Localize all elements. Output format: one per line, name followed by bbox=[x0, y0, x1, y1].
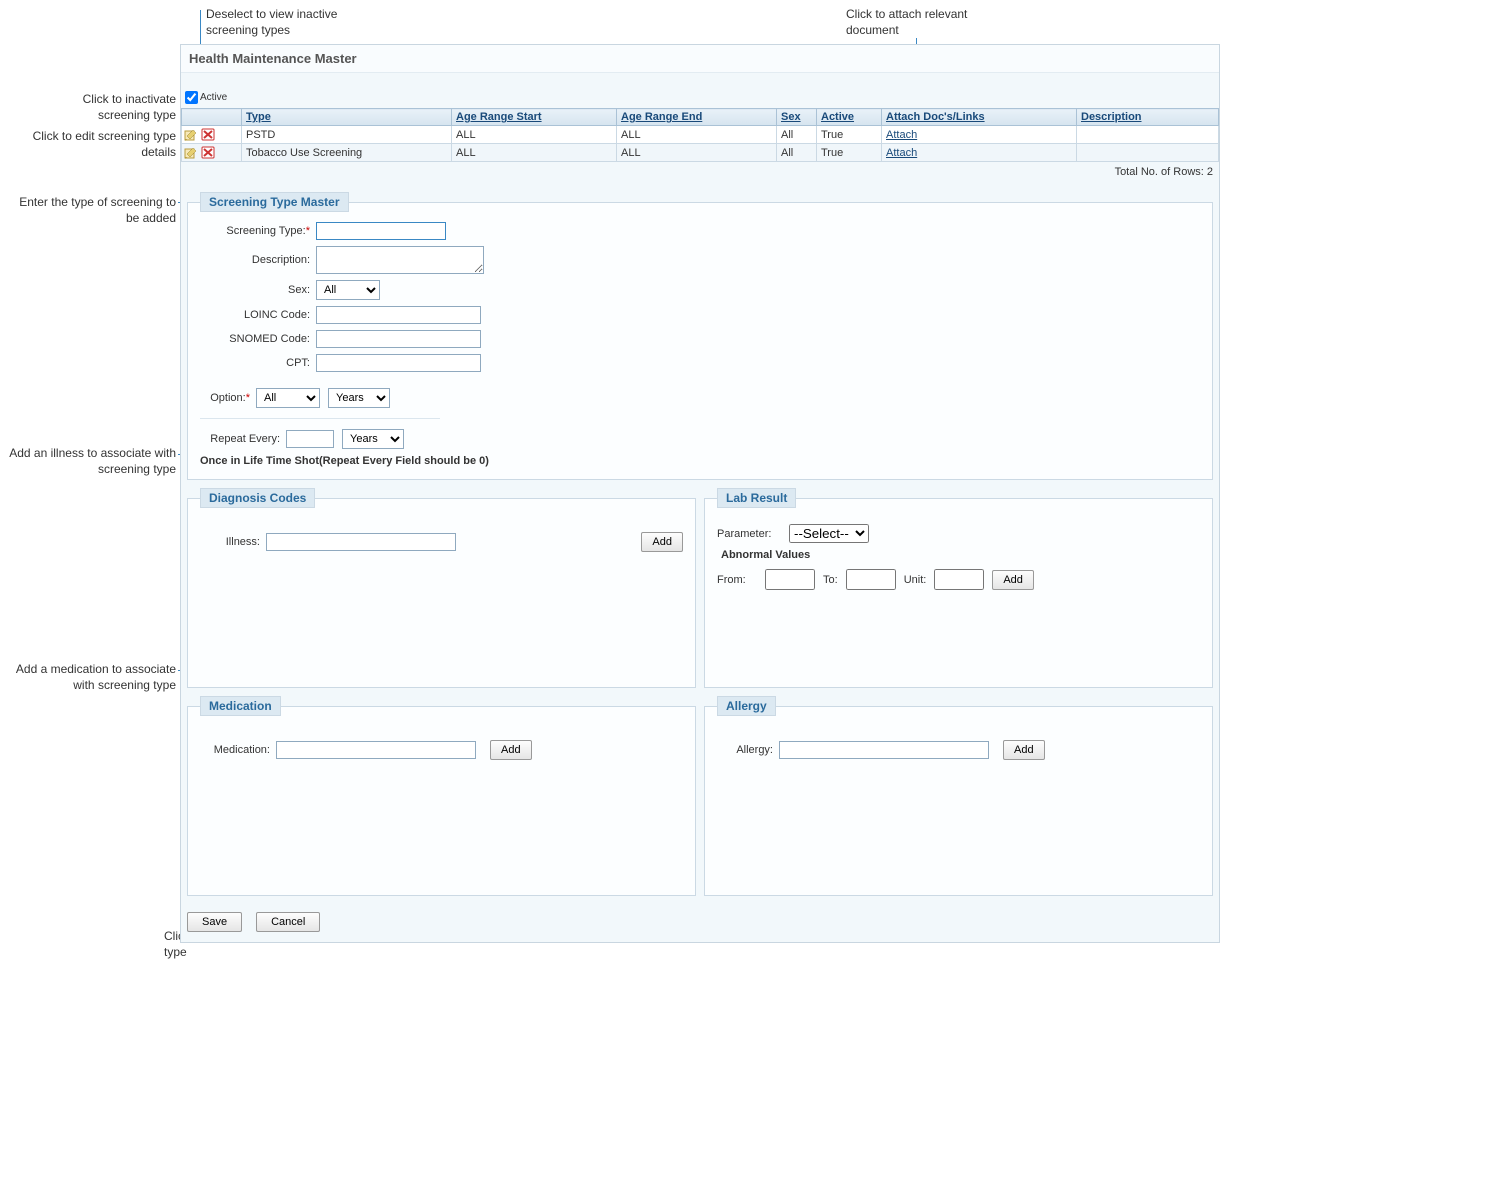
col-actions bbox=[182, 109, 242, 126]
col-attach[interactable]: Attach Doc's/Links bbox=[882, 109, 1077, 126]
rows-count: Total No. of Rows: 2 bbox=[181, 162, 1219, 186]
repeat-unit-select[interactable]: Years bbox=[342, 429, 404, 449]
repeat-note: Once in Life Time Shot(Repeat Every Fiel… bbox=[200, 455, 1200, 467]
unit-label: Unit: bbox=[904, 574, 927, 586]
cell-desc bbox=[1077, 144, 1219, 162]
parameter-label: Parameter: bbox=[717, 528, 781, 540]
screening-grid: Type Age Range Start Age Range End Sex A… bbox=[181, 108, 1219, 162]
cell-desc bbox=[1077, 126, 1219, 144]
abnormal-label: Abnormal Values bbox=[721, 549, 1200, 561]
app-panel: Health Maintenance Master Active Type Ag… bbox=[180, 44, 1220, 943]
col-type[interactable]: Type bbox=[242, 109, 452, 126]
sex-select[interactable]: All bbox=[316, 280, 380, 300]
delete-icon[interactable] bbox=[201, 128, 215, 141]
to-label: To: bbox=[823, 574, 838, 586]
save-button[interactable]: Save bbox=[187, 912, 242, 932]
cpt-input[interactable] bbox=[316, 354, 481, 372]
cpt-label: CPT: bbox=[200, 357, 310, 369]
add-illness-button[interactable]: Add bbox=[641, 532, 683, 552]
option-select[interactable]: All bbox=[256, 388, 320, 408]
cancel-button[interactable]: Cancel bbox=[256, 912, 320, 932]
diagnosis-codes: Diagnosis Codes Illness: Add bbox=[187, 488, 696, 688]
to-input[interactable] bbox=[846, 569, 896, 590]
medication-input[interactable] bbox=[276, 741, 476, 759]
illness-input[interactable] bbox=[266, 533, 456, 551]
sex-label: Sex: bbox=[200, 284, 310, 296]
snomed-input[interactable] bbox=[316, 330, 481, 348]
add-allergy-button[interactable]: Add bbox=[1003, 740, 1045, 760]
fieldset-legend: Lab Result bbox=[717, 488, 796, 508]
callout-attach: Click to attach relevant document bbox=[846, 6, 1006, 38]
screeningtype-label: Screening Type:* bbox=[200, 225, 310, 237]
illness-label: Illness: bbox=[200, 536, 260, 548]
add-medication-button[interactable]: Add bbox=[490, 740, 532, 760]
option-label: Option:* bbox=[170, 392, 250, 404]
page-title: Health Maintenance Master bbox=[181, 45, 1219, 73]
unit-input[interactable] bbox=[934, 569, 984, 590]
attach-link[interactable]: Attach bbox=[886, 147, 917, 159]
repeat-label: Repeat Every: bbox=[170, 433, 280, 445]
callout-entertype: Enter the type of screening to be added bbox=[14, 194, 176, 226]
repeat-input[interactable] bbox=[286, 430, 334, 448]
callout-med: Add a medication to associate with scree… bbox=[0, 661, 176, 693]
allergy-section: Allergy Allergy: Add bbox=[704, 696, 1213, 896]
loinc-input[interactable] bbox=[316, 306, 481, 324]
add-lab-button[interactable]: Add bbox=[992, 570, 1034, 590]
callout-inactivate: Click to inactivate screening type bbox=[46, 91, 176, 123]
screeningtype-input[interactable] bbox=[316, 222, 446, 240]
from-label: From: bbox=[717, 574, 757, 586]
cell-sex: All bbox=[777, 126, 817, 144]
parameter-select[interactable]: --Select-- bbox=[789, 524, 869, 543]
active-label: Active bbox=[200, 92, 227, 103]
medication-section: Medication Medication: Add bbox=[187, 696, 696, 896]
description-label: Description: bbox=[200, 254, 310, 266]
description-input[interactable] bbox=[316, 246, 484, 274]
cell-agestart: ALL bbox=[452, 144, 617, 162]
cell-type: PSTD bbox=[242, 126, 452, 144]
cell-ageend: ALL bbox=[617, 126, 777, 144]
loinc-label: LOINC Code: bbox=[200, 309, 310, 321]
fieldset-legend: Diagnosis Codes bbox=[200, 488, 315, 508]
cell-ageend: ALL bbox=[617, 144, 777, 162]
edit-icon[interactable] bbox=[184, 146, 198, 159]
fieldset-legend: Medication bbox=[200, 696, 281, 716]
cell-type: Tobacco Use Screening bbox=[242, 144, 452, 162]
from-input[interactable] bbox=[765, 569, 815, 590]
fieldset-legend: Allergy bbox=[717, 696, 776, 716]
attach-link[interactable]: Attach bbox=[886, 129, 917, 141]
lab-result: Lab Result Parameter: --Select-- Abnorma… bbox=[704, 488, 1213, 688]
fieldset-legend: Screening Type Master bbox=[200, 192, 349, 212]
col-active[interactable]: Active bbox=[817, 109, 882, 126]
active-checkbox[interactable] bbox=[185, 91, 198, 104]
screening-type-master: Screening Type Master Screening Type:* D… bbox=[187, 192, 1213, 480]
table-row: PSTD ALL ALL All True Attach bbox=[182, 126, 1219, 144]
edit-icon[interactable] bbox=[184, 128, 198, 141]
cell-agestart: ALL bbox=[452, 126, 617, 144]
medication-label: Medication: bbox=[200, 744, 270, 756]
cell-active: True bbox=[817, 144, 882, 162]
cell-sex: All bbox=[777, 144, 817, 162]
allergy-label: Allergy: bbox=[717, 744, 773, 756]
allergy-input[interactable] bbox=[779, 741, 989, 759]
active-row: Active bbox=[181, 73, 1219, 108]
delete-icon[interactable] bbox=[201, 146, 215, 159]
col-agestart[interactable]: Age Range Start bbox=[452, 109, 617, 126]
col-desc[interactable]: Description bbox=[1077, 109, 1219, 126]
snomed-label: SNOMED Code: bbox=[200, 333, 310, 345]
cell-active: True bbox=[817, 126, 882, 144]
callout-edit: Click to edit screening type details bbox=[20, 128, 176, 160]
table-row: Tobacco Use Screening ALL ALL All True A… bbox=[182, 144, 1219, 162]
option-unit-select[interactable]: Years bbox=[328, 388, 390, 408]
callout-illness: Add an illness to associate with screeni… bbox=[0, 445, 176, 477]
col-ageend[interactable]: Age Range End bbox=[617, 109, 777, 126]
col-sex[interactable]: Sex bbox=[777, 109, 817, 126]
callout-deselect: Deselect to view inactive screening type… bbox=[206, 6, 386, 38]
